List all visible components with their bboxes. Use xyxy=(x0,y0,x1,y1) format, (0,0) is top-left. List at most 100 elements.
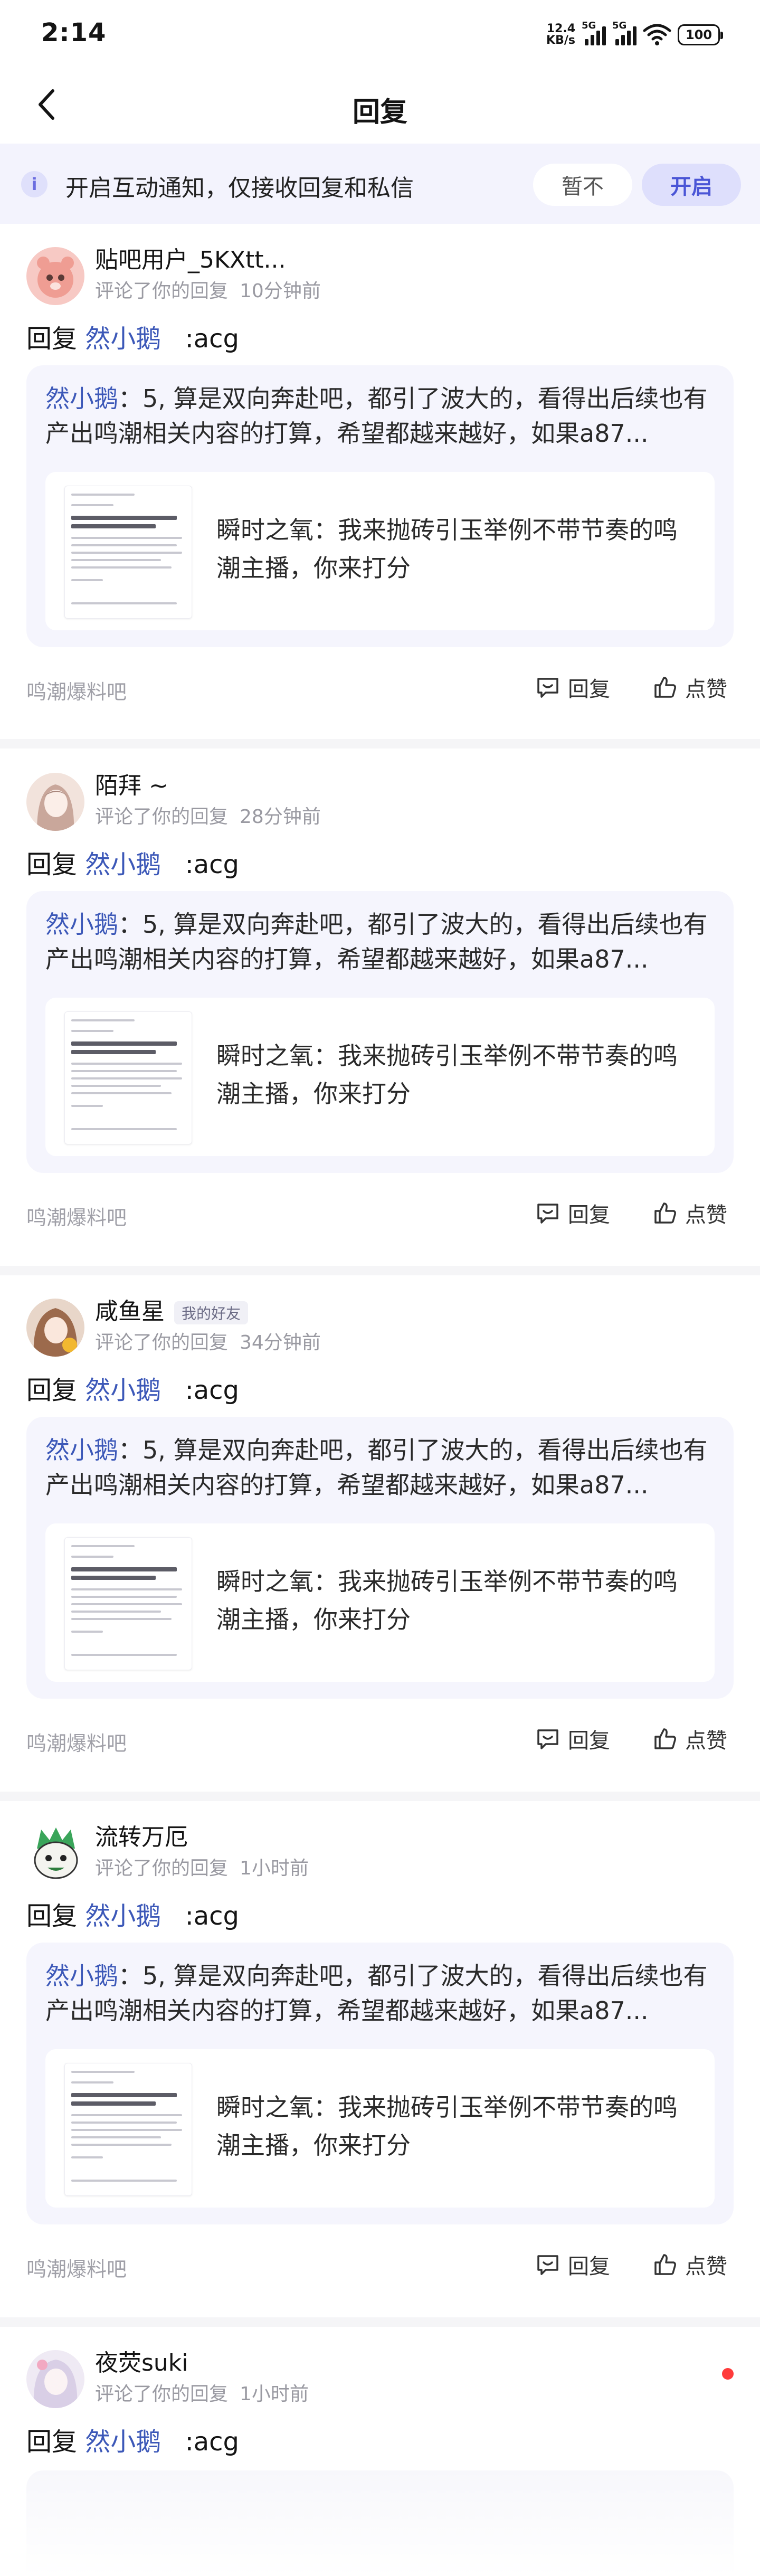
quoted-comment[interactable]: 然小鹅：5, 算是双向奔赴吧，都引了波大的，看得出后续也有产出鸣潮相关内容的打算… xyxy=(26,1943,734,2224)
reply-meta: 评论了你的回复 1小时前 xyxy=(95,2383,309,2405)
forum-name[interactable]: 鸣潮爆料吧 xyxy=(26,1201,127,1230)
notification-banner: i 开启互动通知，仅接收回复和私信 暂不 开启 xyxy=(0,144,760,224)
not-now-button[interactable]: 暂不 xyxy=(533,164,632,206)
status-icons: 12.4 KB/s 5G 5G 100 xyxy=(546,20,723,50)
post-thumbnail xyxy=(64,486,192,619)
original-post-card[interactable]: 瞬时之氧：我来抛砖引玉举例不带节奏的鸣潮主播，你来打分 xyxy=(45,998,715,1156)
divider xyxy=(0,1266,760,1275)
avatar-image xyxy=(26,1824,84,1882)
quoted-comment[interactable]: 然小鹅：5, 算是双向奔赴吧，都引了波大的，看得出后续也有产出鸣潮相关内容的打算… xyxy=(26,365,734,647)
reply-meta: 评论了你的回复 10分钟前 xyxy=(95,280,321,302)
notification-text: 开启互动通知，仅接收回复和私信 xyxy=(65,175,414,202)
comment-icon xyxy=(537,678,558,698)
network-speed: 12.4 KB/s xyxy=(546,22,575,47)
signal-icon: 5G xyxy=(582,20,606,45)
thumbs-up-icon xyxy=(654,1202,676,1224)
avatar[interactable] xyxy=(26,2350,84,2408)
divider xyxy=(0,2317,760,2327)
reply-button[interactable]: 回复 xyxy=(535,1724,610,1754)
comment-icon xyxy=(537,1729,558,1749)
quoted-comment xyxy=(26,2470,734,2576)
username[interactable]: 陌拜 ~ xyxy=(95,766,168,800)
like-button[interactable]: 点赞 xyxy=(652,1198,727,1228)
unread-dot xyxy=(722,2368,734,2380)
comment-icon xyxy=(537,1204,558,1224)
reply-item[interactable]: 夜荧suki 评论了你的回复 1小时前 回复 然小鹅 :acg xyxy=(0,2331,760,2576)
enable-notifications-button[interactable]: 开启 xyxy=(642,164,741,206)
title-bar: 回复 xyxy=(0,74,760,135)
avatar[interactable] xyxy=(26,1299,84,1357)
original-post-card[interactable]: 瞬时之氧：我来抛砖引玉举例不带节奏的鸣潮主播，你来打分 xyxy=(45,1523,715,1682)
mention-link[interactable]: 然小鹅 xyxy=(85,324,161,354)
avatar-image xyxy=(26,773,84,831)
like-button[interactable]: 点赞 xyxy=(652,1724,727,1754)
quoted-text: 然小鹅：5, 算是双向奔赴吧，都引了波大的，看得出后续也有产出鸣潮相关内容的打算… xyxy=(45,910,708,973)
divider xyxy=(0,739,760,749)
friend-badge: 我的好友 xyxy=(174,1301,249,1324)
reply-content[interactable]: 回复 然小鹅 :acg xyxy=(26,318,239,355)
signal-icon: 5G xyxy=(612,20,636,45)
username[interactable]: 流转万厄 xyxy=(95,1818,188,1852)
thumbs-up-icon xyxy=(654,1728,676,1749)
post-thumbnail xyxy=(64,1011,192,1144)
username[interactable]: 夜荧suki xyxy=(95,2344,188,2378)
reply-content[interactable]: 回复 然小鹅 :acg xyxy=(26,1369,239,1406)
mention-link[interactable]: 然小鹅 xyxy=(85,2427,161,2457)
original-post-card[interactable]: 瞬时之氧：我来抛砖引玉举例不带节奏的鸣潮主播，你来打分 xyxy=(45,2049,715,2208)
reply-footer: 鸣潮爆料吧 回复 点赞 xyxy=(0,666,760,708)
reply-content[interactable]: 回复 然小鹅 :acg xyxy=(26,2421,239,2458)
status-time: 2:14 xyxy=(41,18,107,48)
avatar-image xyxy=(26,247,84,305)
quoted-text: 然小鹅：5, 算是双向奔赴吧，都引了波大的，看得出后续也有产出鸣潮相关内容的打算… xyxy=(45,1436,708,1499)
avatar[interactable] xyxy=(26,773,84,831)
info-icon: i xyxy=(21,171,48,197)
post-thumbnail xyxy=(64,1537,192,1670)
username[interactable]: 咸鱼星 我的好友 xyxy=(95,1292,249,1326)
thumbs-up-icon xyxy=(654,2254,676,2275)
forum-name[interactable]: 鸣潮爆料吧 xyxy=(26,1727,127,1756)
quoted-text: 然小鹅：5, 算是双向奔赴吧，都引了波大的，看得出后续也有产出鸣潮相关内容的打算… xyxy=(45,1962,708,2025)
reply-item[interactable]: 流转万厄 评论了你的回复 1小时前 回复 然小鹅 :acg 然小鹅：5, 算是双向… xyxy=(0,1805,760,2312)
reply-button[interactable]: 回复 xyxy=(535,673,610,702)
avatar[interactable] xyxy=(26,247,84,305)
quoted-text: 然小鹅：5, 算是双向奔赴吧，都引了波大的，看得出后续也有产出鸣潮相关内容的打算… xyxy=(45,384,708,448)
like-button[interactable]: 点赞 xyxy=(652,673,727,702)
avatar[interactable] xyxy=(26,1824,84,1882)
battery-icon: 100 xyxy=(678,24,723,45)
comment-icon xyxy=(537,2255,558,2275)
reply-footer: 鸣潮爆料吧 回复 点赞 xyxy=(0,1718,760,1760)
reply-footer: 鸣潮爆料吧 回复 点赞 xyxy=(0,2243,760,2286)
reply-item[interactable]: 陌拜 ~ 评论了你的回复 28分钟前 回复 然小鹅 :acg 然小鹅：5, 算是双… xyxy=(0,754,760,1261)
original-post-card[interactable]: 瞬时之氧：我来抛砖引玉举例不带节奏的鸣潮主播，你来打分 xyxy=(45,472,715,630)
forum-name[interactable]: 鸣潮爆料吧 xyxy=(26,2253,127,2282)
avatar-image xyxy=(26,1299,84,1357)
username[interactable]: 贴吧用户_5KXtt... xyxy=(95,241,286,274)
reply-button[interactable]: 回复 xyxy=(535,1198,610,1228)
quoted-comment[interactable]: 然小鹅：5, 算是双向奔赴吧，都引了波大的，看得出后续也有产出鸣潮相关内容的打算… xyxy=(26,1417,734,1699)
page-title: 回复 xyxy=(352,97,407,128)
wifi-icon xyxy=(643,24,671,45)
forum-name[interactable]: 鸣潮爆料吧 xyxy=(26,676,127,705)
status-bar: 2:14 12.4 KB/s 5G 5G 100 xyxy=(0,0,760,74)
reply-meta: 评论了你的回复 34分钟前 xyxy=(95,1332,321,1353)
reply-meta: 评论了你的回复 1小时前 xyxy=(95,1858,309,1879)
mention-link[interactable]: 然小鹅 xyxy=(85,1376,161,1405)
quoted-comment[interactable]: 然小鹅：5, 算是双向奔赴吧，都引了波大的，看得出后续也有产出鸣潮相关内容的打算… xyxy=(26,891,734,1173)
reply-meta: 评论了你的回复 28分钟前 xyxy=(95,806,321,828)
mention-link[interactable]: 然小鹅 xyxy=(85,1901,161,1931)
like-button[interactable]: 点赞 xyxy=(652,2250,727,2279)
divider xyxy=(0,1792,760,1801)
reply-content[interactable]: 回复 然小鹅 :acg xyxy=(26,844,239,880)
post-title: 瞬时之氧：我来抛砖引玉举例不带节奏的鸣潮主播，你来打分 xyxy=(216,1567,678,1634)
mention-link[interactable]: 然小鹅 xyxy=(85,850,161,879)
reply-footer: 鸣潮爆料吧 回复 点赞 xyxy=(0,1192,760,1234)
avatar-image xyxy=(26,2350,84,2408)
reply-item[interactable]: 贴吧用户_5KXtt... 评论了你的回复 10分钟前 回复 然小鹅 :acg 然… xyxy=(0,228,760,735)
post-title: 瞬时之氧：我来抛砖引玉举例不带节奏的鸣潮主播，你来打分 xyxy=(216,1041,678,1108)
reply-content[interactable]: 回复 然小鹅 :acg xyxy=(26,1895,239,1932)
post-title: 瞬时之氧：我来抛砖引玉举例不带节奏的鸣潮主播，你来打分 xyxy=(216,516,678,582)
post-thumbnail xyxy=(64,2063,192,2196)
reply-item[interactable]: 咸鱼星 我的好友 评论了你的回复 34分钟前 回复 然小鹅 :acg 然小鹅：5, … xyxy=(0,1280,760,1786)
reply-button[interactable]: 回复 xyxy=(535,2250,610,2279)
post-title: 瞬时之氧：我来抛砖引玉举例不带节奏的鸣潮主播，你来打分 xyxy=(216,2093,678,2160)
